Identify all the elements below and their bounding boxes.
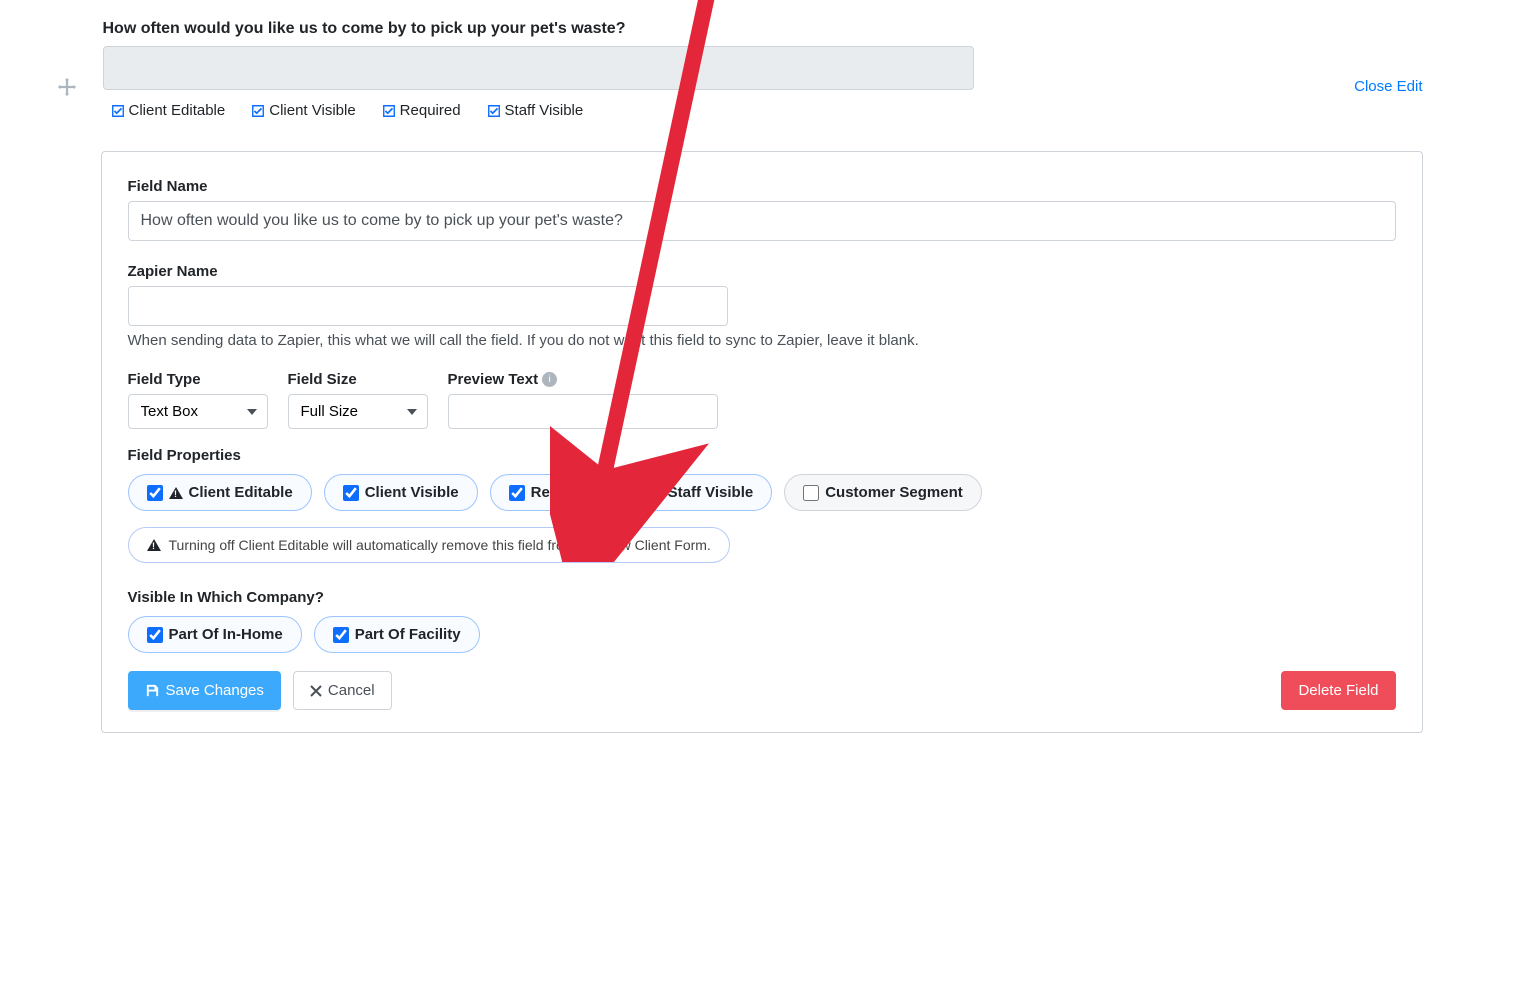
info-icon[interactable]: i (542, 372, 557, 387)
close-icon (310, 685, 322, 697)
prop-customer-segment-checkbox[interactable] (803, 485, 819, 501)
zapier-hint-text: When sending data to Zapier, this what w… (128, 332, 1396, 349)
zapier-name-input[interactable] (128, 286, 728, 326)
summary-client-editable: Client Editable (111, 102, 226, 119)
field-edit-panel: Field Name Zapier Name When sending data… (101, 151, 1423, 733)
prop-client-visible[interactable]: Client Visible (324, 474, 478, 511)
cancel-button[interactable]: Cancel (293, 671, 392, 710)
check-icon (111, 104, 125, 118)
field-name-input[interactable] (128, 201, 1396, 241)
prop-customer-segment[interactable]: Customer Segment (784, 474, 982, 511)
warning-icon (169, 487, 183, 499)
close-edit-link[interactable]: Close Edit (1354, 78, 1422, 95)
save-icon (145, 683, 160, 698)
summary-required: Required (382, 102, 461, 119)
prop-client-editable-checkbox[interactable] (147, 485, 163, 501)
prop-required[interactable]: Required (490, 474, 615, 511)
field-size-select[interactable]: Full Size (288, 394, 428, 429)
prop-staff-visible-checkbox[interactable] (646, 485, 662, 501)
field-type-select[interactable]: Text Box (128, 394, 268, 429)
summary-client-visible: Client Visible (251, 102, 355, 119)
field-preview-input[interactable] (103, 46, 974, 90)
prop-staff-visible[interactable]: Staff Visible (627, 474, 773, 511)
drag-handle-icon[interactable] (58, 78, 76, 101)
check-icon (487, 104, 501, 118)
warning-icon (147, 539, 161, 551)
prop-client-visible-checkbox[interactable] (343, 485, 359, 501)
preview-text-input[interactable] (448, 394, 718, 429)
visible-company-label: Visible In Which Company? (128, 589, 1396, 606)
field-question-label: How often would you like us to come by t… (103, 20, 1423, 38)
zapier-name-label: Zapier Name (128, 263, 1396, 280)
company-in-home[interactable]: Part Of In-Home (128, 616, 302, 653)
company-in-home-checkbox[interactable] (147, 627, 163, 643)
save-button[interactable]: Save Changes (128, 671, 281, 710)
client-editable-info: Turning off Client Editable will automat… (128, 527, 730, 563)
check-icon (382, 104, 396, 118)
delete-field-button[interactable]: Delete Field (1281, 671, 1395, 710)
company-facility[interactable]: Part Of Facility (314, 616, 480, 653)
field-type-label: Field Type (128, 371, 268, 388)
field-size-label: Field Size (288, 371, 428, 388)
summary-properties-row: Client Editable Client Visible Required … (103, 102, 1423, 119)
prop-client-editable[interactable]: Client Editable (128, 474, 312, 511)
summary-staff-visible: Staff Visible (487, 102, 584, 119)
check-icon (251, 104, 265, 118)
field-properties-label: Field Properties (128, 447, 1396, 464)
preview-text-label: Preview Text (448, 371, 539, 388)
field-name-label: Field Name (128, 178, 1396, 195)
company-facility-checkbox[interactable] (333, 627, 349, 643)
prop-required-checkbox[interactable] (509, 485, 525, 501)
